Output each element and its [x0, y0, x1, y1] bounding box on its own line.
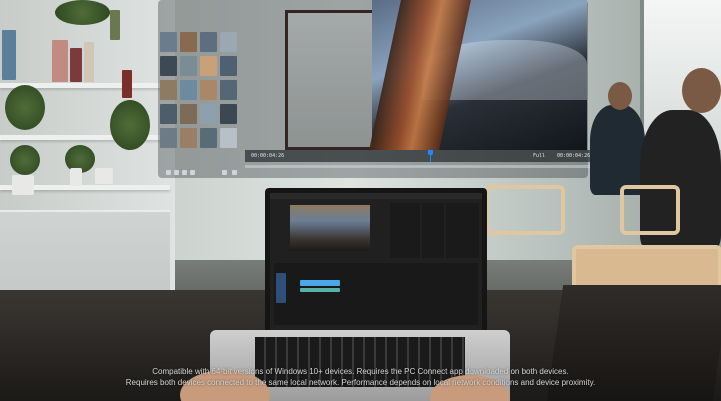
laptop-screen[interactable] [270, 193, 482, 331]
media-browser-panel[interactable] [446, 203, 479, 258]
list-view-icon[interactable] [222, 170, 227, 175]
plant [10, 145, 40, 175]
thumbnail-grid[interactable] [160, 32, 238, 160]
clip-thumbnail[interactable] [180, 32, 197, 52]
clip-thumbnail[interactable] [180, 56, 197, 76]
laptop [265, 188, 487, 335]
timeline-panel[interactable] [274, 263, 478, 325]
book [122, 70, 132, 98]
select-tool-icon[interactable] [166, 170, 171, 175]
clip-thumbnail[interactable] [220, 32, 237, 52]
text-tool-icon[interactable] [190, 170, 195, 175]
zoom-select[interactable]: Full [533, 153, 545, 159]
person-head [608, 82, 632, 110]
clip-thumbnail[interactable] [200, 80, 217, 100]
track-headers[interactable] [276, 273, 286, 303]
audio-clip[interactable] [300, 288, 340, 292]
plant-pot [95, 168, 113, 184]
disclaimer-line-1: Compatible with 64-bit versions of Windo… [152, 367, 569, 376]
clip-thumbnail[interactable] [220, 80, 237, 100]
plant [5, 85, 45, 130]
book [70, 48, 82, 82]
clip-thumbnail[interactable] [180, 80, 197, 100]
timeline-scrubber[interactable] [245, 165, 590, 168]
razor-tool-icon[interactable] [174, 170, 179, 175]
hand-tool-icon[interactable] [182, 170, 187, 175]
end-timecode: 00:00:04:26 [557, 153, 591, 159]
book [52, 40, 68, 82]
clip-thumbnail[interactable] [180, 104, 197, 124]
plant-pot [12, 175, 34, 195]
disclaimer-line-2: Requires both devices connected to the s… [125, 378, 596, 387]
playback-bar[interactable]: 00:00:04:26 Full 00:00:04:26 [245, 150, 590, 162]
project-panel[interactable] [422, 203, 444, 258]
plant [55, 0, 110, 25]
plant-pot [70, 168, 82, 186]
current-timecode: 00:00:04:26 [251, 153, 285, 159]
chair [620, 185, 680, 235]
book [84, 42, 94, 82]
clip-thumbnail[interactable] [200, 128, 217, 148]
clip-thumbnail[interactable] [200, 104, 217, 124]
legal-disclaimer: Compatible with 64-bit versions of Windo… [0, 366, 721, 388]
clip-thumbnail[interactable] [220, 56, 237, 76]
clip-thumbnail[interactable] [160, 104, 177, 124]
chair [485, 185, 565, 235]
clip-thumbnail[interactable] [200, 56, 217, 76]
grid-view-icon[interactable] [232, 170, 237, 175]
person [590, 105, 645, 195]
clip-thumbnail[interactable] [220, 104, 237, 124]
clip-thumbnail[interactable] [160, 80, 177, 100]
person-head [682, 68, 721, 113]
clip-thumbnail[interactable] [160, 56, 177, 76]
plant [110, 100, 150, 150]
playhead-icon[interactable] [428, 150, 433, 162]
clip-thumbnail[interactable] [220, 128, 237, 148]
program-monitor[interactable] [290, 205, 370, 251]
book [2, 30, 16, 80]
video-clip[interactable] [300, 280, 340, 286]
clip-thumbnail[interactable] [180, 128, 197, 148]
clip-thumbnail[interactable] [200, 32, 217, 52]
book [110, 10, 120, 40]
clip-thumbnail[interactable] [160, 32, 177, 52]
app-menu-bar[interactable] [270, 193, 482, 199]
effects-panel[interactable] [390, 203, 420, 258]
clip-thumbnail[interactable] [160, 128, 177, 148]
mixed-reality-scene: 00:00:04:26 Full 00:00:04:26 Compatible … [0, 0, 721, 401]
